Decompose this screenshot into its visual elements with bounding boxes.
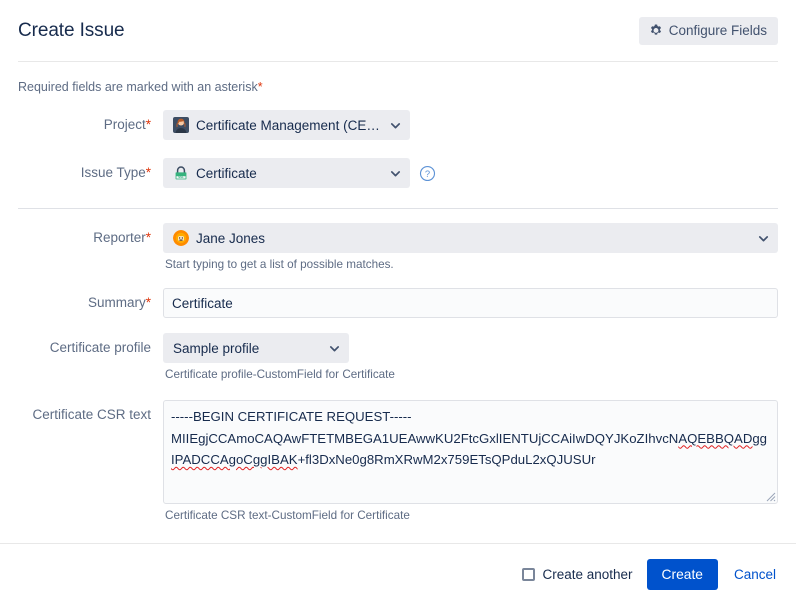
reporter-selected-value: Jane Jones xyxy=(196,230,266,246)
field-row-certificate-profile: Certificate profile Sample profile Certi… xyxy=(18,333,778,396)
issue-type-required-marker: * xyxy=(145,165,151,180)
project-select[interactable]: Certificate Management (CERT) xyxy=(163,110,410,140)
reporter-select[interactable]: Jane Jones xyxy=(163,223,778,253)
project-required-marker: * xyxy=(145,117,151,132)
reporter-control: Jane Jones Start typing to get a list of… xyxy=(163,223,778,282)
dialog-footer: Create another Create Cancel xyxy=(0,543,796,605)
certificate-profile-select[interactable]: Sample profile xyxy=(163,333,349,363)
reporter-label-text: Reporter xyxy=(93,230,146,245)
certificate-profile-selected-value: Sample profile xyxy=(173,340,260,356)
issue-type-select[interactable]: SSL Certificate xyxy=(163,158,410,188)
issue-type-label: Issue Type* xyxy=(18,158,163,182)
summary-label-text: Summary xyxy=(87,295,146,310)
certificate-profile-label: Certificate profile xyxy=(49,340,151,355)
certificate-profile-control: Sample profile Certificate profile-Custo… xyxy=(163,333,778,396)
create-another-label: Create another xyxy=(542,567,633,582)
certificate-csr-text-label: Certificate CSR text xyxy=(32,407,151,422)
create-another-checkbox[interactable] xyxy=(522,568,536,581)
field-row-reporter: Reporter* Jane Jones Start typing to get… xyxy=(18,223,778,282)
svg-text:?: ? xyxy=(425,168,430,179)
cancel-button[interactable]: Cancel xyxy=(732,567,778,582)
certificate-csr-textarea[interactable]: -----BEGIN CERTIFICATE REQUEST----- MIIEg… xyxy=(163,400,778,504)
summary-required-marker: * xyxy=(145,295,151,310)
required-note-asterisk: * xyxy=(257,80,263,94)
chevron-down-icon xyxy=(390,120,401,131)
create-another-checkbox-row[interactable]: Create another xyxy=(522,567,633,582)
field-row-issue-type: Issue Type* SSL Certificate ? xyxy=(18,158,778,188)
dialog-header: Create Issue Configure Fields xyxy=(0,0,796,61)
project-label: Project* xyxy=(18,110,163,134)
required-note-text: Required fields are marked with an aster… xyxy=(18,80,258,94)
project-control: Certificate Management (CERT) xyxy=(163,110,778,140)
field-row-summary: Summary* xyxy=(18,288,778,318)
issue-type-control: SSL Certificate ? xyxy=(163,158,778,188)
question-circle-icon[interactable]: ? xyxy=(419,165,436,182)
reporter-required-marker: * xyxy=(145,230,151,245)
field-row-certificate-csr-text: Certificate CSR text -----BEGIN CERTIFIC… xyxy=(18,400,778,533)
chevron-down-icon xyxy=(758,233,769,244)
summary-control xyxy=(163,288,778,318)
issue-type-label-text: Issue Type xyxy=(80,165,146,180)
configure-fields-button[interactable]: Configure Fields xyxy=(638,16,778,45)
project-selected-value: Certificate Management (CERT) xyxy=(196,117,380,133)
reporter-label: Reporter* xyxy=(18,223,163,247)
create-button[interactable]: Create xyxy=(646,559,718,590)
certificate-csr-text-help-text: Certificate CSR text-CustomField for Cer… xyxy=(165,509,410,522)
section-divider xyxy=(18,208,778,209)
ssl-lock-icon: SSL xyxy=(173,165,189,181)
field-row-project: Project* Certificate Management (CERT) xyxy=(18,110,778,140)
chevron-down-icon xyxy=(329,343,340,354)
required-fields-note: Required fields are marked with an aster… xyxy=(18,62,778,110)
csr-line-2: MIIEgjCCAmoCAQAwFTETMBEGA1UEAwwKU2FtcGxl… xyxy=(171,430,679,446)
page-title: Create Issue xyxy=(18,19,125,41)
project-avatar-icon xyxy=(173,117,189,133)
certificate-csr-text-control: -----BEGIN CERTIFICATE REQUEST----- MIIEg… xyxy=(163,400,778,533)
configure-fields-label: Configure Fields xyxy=(668,22,767,38)
csr-line-1: -----BEGIN CERTIFICATE REQUEST----- xyxy=(171,409,412,424)
summary-label: Summary* xyxy=(18,288,163,312)
gear-icon xyxy=(649,24,663,38)
issue-type-selected-value: Certificate xyxy=(196,165,257,181)
dialog-body: Required fields are marked with an aster… xyxy=(0,62,796,544)
certificate-csr-textarea-wrap: -----BEGIN CERTIFICATE REQUEST----- MIIEg… xyxy=(163,400,778,504)
svg-text:SSL: SSL xyxy=(178,175,184,179)
summary-input[interactable] xyxy=(163,288,778,318)
certificate-profile-help-text: Certificate profile-CustomField for Cert… xyxy=(165,368,395,381)
user-avatar-icon xyxy=(173,230,189,246)
chevron-down-icon xyxy=(390,168,401,179)
csr-line-3-rest: +fl3DxNe0g8RmXRwM2x759ETsQPduL2xQJUSUr xyxy=(297,452,596,467)
reporter-help-text: Start typing to get a list of possible m… xyxy=(165,258,394,271)
project-label-text: Project xyxy=(103,117,146,132)
